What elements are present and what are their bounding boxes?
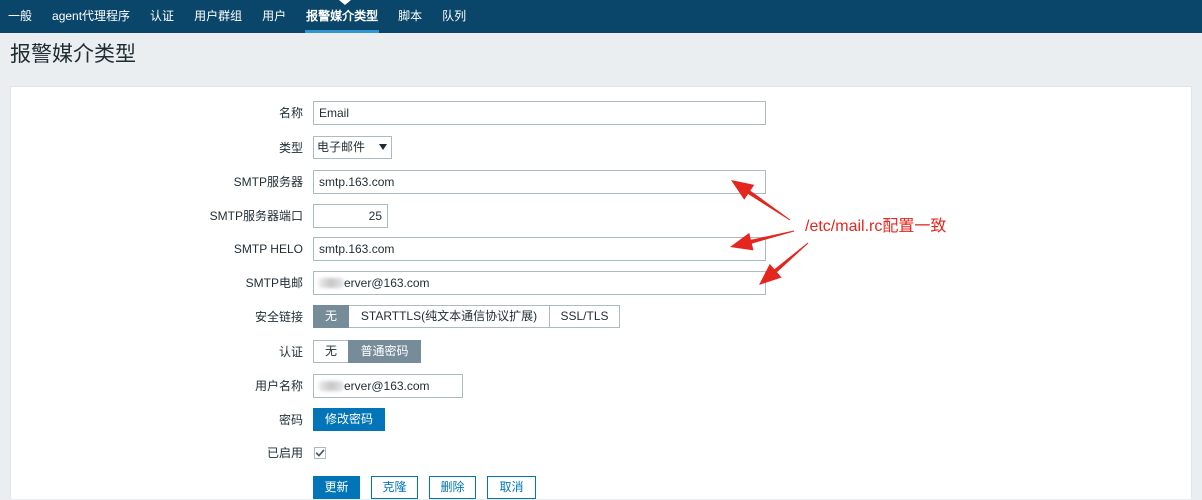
password-label: 密码 [278, 413, 303, 427]
form-row-smtp-server: SMTP服务器 [11, 170, 1011, 194]
security-option-starttls[interactable]: STARTTLS(纯文本通信协议扩展) [348, 305, 550, 328]
connection-security-label: 安全链接 [254, 310, 303, 324]
type-select[interactable]: 电子邮件 [313, 136, 392, 159]
form-buttons: 更新 克隆 删除 取消 [313, 476, 536, 500]
clone-button[interactable]: 克隆 [371, 476, 418, 499]
smtp-port-field [313, 204, 388, 228]
nav-item-users[interactable]: 用户 [262, 0, 286, 33]
smtp-port-label: SMTP服务器端口 [209, 209, 303, 223]
nav-item-media-types[interactable]: 报警媒介类型 [305, 0, 380, 33]
type-field: 电子邮件 [313, 136, 392, 160]
auth-option-none[interactable]: 无 [313, 340, 349, 363]
form-row-enabled: 已启用 [11, 441, 1011, 465]
smtp-helo-label: SMTP HELO [233, 242, 303, 256]
smtp-server-input[interactable] [313, 170, 766, 194]
form-row-type: 类型 电子邮件 [11, 136, 1011, 160]
username-input[interactable] [313, 374, 463, 398]
username-field [313, 374, 463, 398]
form-row-smtp-helo: SMTP HELO [11, 237, 1011, 261]
checkmark-icon [315, 449, 325, 457]
change-password-button[interactable]: 修改密码 [313, 408, 385, 431]
form-row-smtp-email: SMTP电邮 [11, 271, 1011, 295]
form-row-authentication: 认证 无 普通密码 [11, 340, 1011, 364]
smtp-email-field [313, 271, 766, 295]
smtp-port-input[interactable] [313, 204, 388, 228]
delete-button[interactable]: 删除 [429, 476, 476, 499]
smtp-email-input[interactable] [313, 271, 766, 295]
smtp-helo-field [313, 237, 766, 261]
password-field: 修改密码 [313, 408, 385, 432]
nav-item-general[interactable]: 一般 [8, 0, 32, 33]
authentication-radio-group: 无 普通密码 [313, 340, 421, 363]
enabled-checkbox[interactable] [314, 447, 326, 459]
auth-option-normal-password[interactable]: 普通密码 [348, 340, 421, 363]
type-select-value: 电子邮件 [317, 140, 366, 154]
name-label: 名称 [278, 106, 303, 120]
media-type-form: 名称 类型 电子邮件 SMTP服务器 SMTP服务器端口 SMTP HELO [10, 86, 1192, 499]
connection-security-radio-group: 无 STARTTLS(纯文本通信协议扩展) SSL/TLS [313, 305, 620, 328]
authentication-field: 无 普通密码 [313, 340, 421, 364]
name-field [313, 101, 766, 125]
page-header: 报警媒介类型 [0, 33, 1202, 86]
enabled-label: 已启用 [266, 446, 303, 460]
form-row-password: 密码 修改密码 [11, 408, 1011, 432]
form-row-smtp-port: SMTP服务器端口 [11, 204, 1011, 228]
smtp-server-label: SMTP服务器 [233, 175, 303, 189]
cancel-button[interactable]: 取消 [487, 476, 536, 499]
authentication-label: 认证 [278, 345, 303, 359]
nav-item-queue[interactable]: 队列 [442, 0, 466, 33]
security-option-ssl-tls[interactable]: SSL/TLS [549, 305, 620, 328]
form-row-connection-security: 安全链接 无 STARTTLS(纯文本通信协议扩展) SSL/TLS [11, 305, 1011, 329]
form-actions: 更新 克隆 删除 取消 [11, 476, 1011, 500]
update-button[interactable]: 更新 [313, 476, 360, 499]
name-input[interactable] [313, 101, 766, 125]
nav-item-user-groups[interactable]: 用户群组 [194, 0, 242, 33]
top-subnav: 一般 agent代理程序 认证 用户群组 用户 报警媒介类型 脚本 队列 [0, 0, 1202, 33]
nav-item-authentication[interactable]: 认证 [150, 0, 174, 33]
page-title: 报警媒介类型 [10, 43, 136, 66]
nav-item-scripts[interactable]: 脚本 [398, 0, 422, 33]
form-row-username: 用户名称 [11, 374, 1011, 398]
smtp-server-field [313, 170, 766, 194]
form-row-name: 名称 [11, 101, 1011, 125]
username-label: 用户名称 [254, 379, 303, 393]
smtp-email-label: SMTP电邮 [245, 276, 303, 290]
subnav-list: 一般 agent代理程序 认证 用户群组 用户 报警媒介类型 脚本 队列 [0, 0, 1202, 33]
type-label: 类型 [278, 141, 303, 155]
smtp-helo-input[interactable] [313, 237, 766, 261]
connection-security-field: 无 STARTTLS(纯文本通信协议扩展) SSL/TLS [313, 305, 620, 329]
page: { "nav": { "items": [ {"label": "一般", "a… [0, 0, 1202, 499]
security-option-none[interactable]: 无 [313, 305, 349, 328]
nav-item-agent-proxies[interactable]: agent代理程序 [52, 0, 130, 33]
dropdown-arrow-icon [379, 144, 387, 150]
